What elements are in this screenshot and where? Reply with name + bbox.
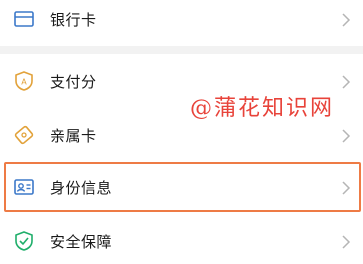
menu-item-label: 支付分 (50, 72, 97, 91)
section-gap (0, 46, 363, 54)
menu-item-label: 安全保障 (50, 232, 113, 251)
menu-item-identity-info[interactable]: 身份信息 (0, 162, 363, 212)
chevron-right-icon (341, 234, 351, 249)
chevron-right-icon (341, 180, 351, 195)
chevron-right-icon (341, 128, 351, 143)
family-card-icon (13, 124, 35, 146)
chevron-right-icon (341, 74, 351, 89)
menu-item-bank-card[interactable]: 银行卡 (0, 0, 363, 46)
menu-item-label: 银行卡 (50, 10, 97, 29)
svg-text:A: A (21, 78, 27, 87)
chevron-right-icon (341, 12, 351, 27)
menu-item-label: 亲属卡 (50, 126, 97, 145)
menu-item-security[interactable]: 安全保障 (0, 214, 363, 264)
shield-icon (13, 230, 35, 252)
pay-score-icon: A (13, 70, 35, 92)
bank-card-icon (13, 8, 35, 30)
menu-item-label: 身份信息 (50, 178, 113, 197)
id-card-icon (13, 176, 35, 198)
watermark: @蒲花知识网 (190, 96, 335, 121)
